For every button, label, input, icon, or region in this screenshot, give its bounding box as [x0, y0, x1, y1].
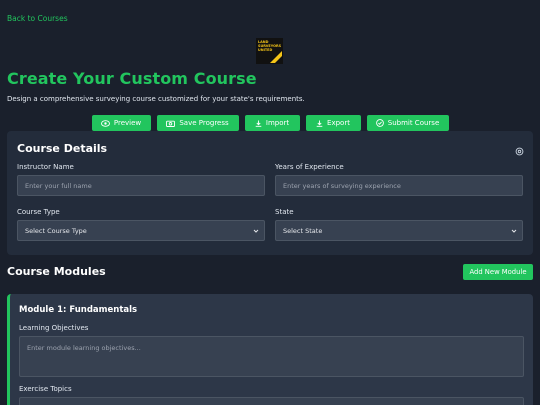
back-to-courses-link[interactable]: Back to Courses	[7, 14, 68, 23]
chevron-down-icon	[511, 229, 517, 233]
import-button[interactable]: Import	[244, 115, 300, 131]
export-button-label: Export	[327, 119, 350, 127]
save-progress-button[interactable]: Save Progress	[156, 115, 239, 131]
state-label: State	[275, 208, 294, 216]
check-circle-icon	[375, 119, 384, 127]
download-icon	[255, 120, 262, 127]
instructor-name-input[interactable]: Enter your full name	[17, 175, 265, 196]
years-experience-placeholder: Enter years of surveying experience	[283, 181, 401, 190]
submit-course-button[interactable]: Submit Course	[366, 115, 449, 131]
eye-icon	[100, 119, 110, 127]
course-modules-title: Course Modules	[7, 265, 106, 278]
exercise-topics-label: Exercise Topics	[19, 385, 72, 393]
logo: LAND SURVEYORS UNITED	[256, 38, 283, 64]
module-card: Module 1: Fundamentals Learning Objectiv…	[7, 294, 533, 405]
chevron-down-icon	[253, 229, 259, 233]
export-button[interactable]: Export	[305, 115, 361, 131]
camera-icon	[166, 120, 176, 127]
exercise-topics-input[interactable]	[19, 397, 524, 405]
module-title: Module 1: Fundamentals	[19, 305, 138, 315]
preview-button-label: Preview	[113, 119, 142, 127]
save-progress-button-label: Save Progress	[179, 119, 229, 127]
instructor-name-label: Instructor Name	[17, 163, 74, 171]
learning-objectives-label: Learning Objectives	[19, 324, 89, 332]
gear-icon[interactable]	[515, 147, 524, 156]
submit-course-button-label: Submit Course	[387, 119, 440, 127]
preview-button[interactable]: Preview	[91, 115, 151, 131]
import-button-label: Import	[265, 119, 290, 127]
add-new-module-button[interactable]: Add New Module	[463, 264, 533, 280]
years-experience-input[interactable]: Enter years of surveying experience	[275, 175, 523, 196]
page-title: Create Your Custom Course	[7, 69, 257, 88]
state-select[interactable]: Select State	[275, 220, 523, 241]
instructor-name-placeholder: Enter your full name	[25, 181, 92, 190]
course-type-label: Course Type	[17, 208, 60, 216]
course-type-selected-value: Select Course Type	[25, 226, 87, 235]
page: Back to Courses LAND SURVEYORS UNITED Cr…	[0, 0, 540, 405]
page-subtitle: Design a comprehensive surveying course …	[7, 95, 305, 103]
state-selected-value: Select State	[283, 226, 323, 235]
action-toolbar: Preview Save Progress Import Export Subm…	[0, 115, 540, 131]
years-experience-label: Years of Experience	[275, 163, 344, 171]
learning-objectives-placeholder: Enter module learning objectives...	[27, 344, 141, 352]
logo-mark-icon	[270, 51, 282, 63]
course-details-title: Course Details	[17, 142, 108, 155]
download-icon	[316, 120, 323, 127]
course-type-select[interactable]: Select Course Type	[17, 220, 265, 241]
learning-objectives-textarea[interactable]: Enter module learning objectives...	[19, 336, 524, 377]
course-details-card: Course Details Instructor Name Enter you…	[7, 131, 533, 255]
